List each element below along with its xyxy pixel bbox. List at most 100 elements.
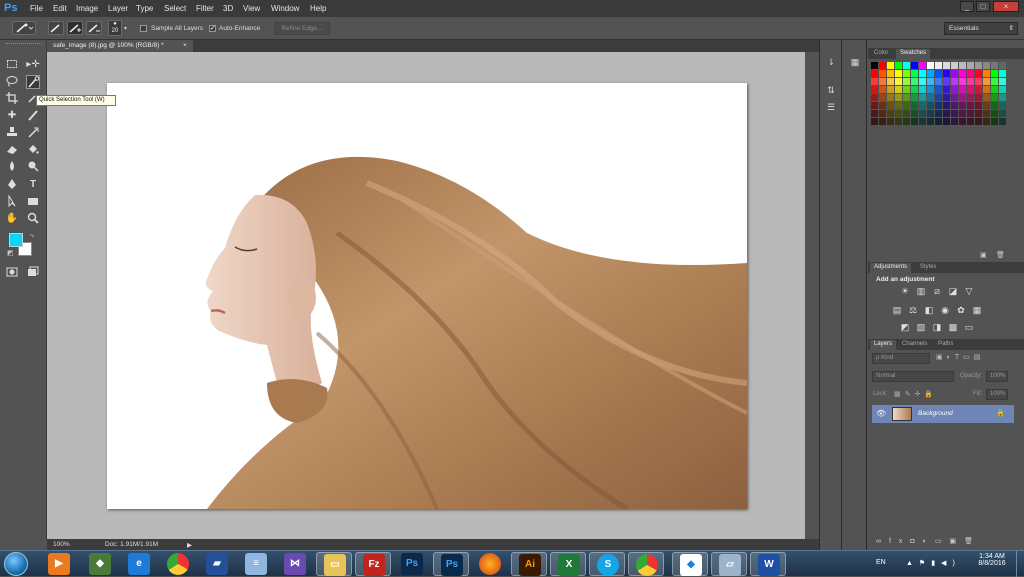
swatch[interactable] <box>911 102 918 109</box>
color-lookup-icon[interactable]: ▦ <box>972 305 982 315</box>
swatch[interactable] <box>983 118 990 125</box>
swatch[interactable] <box>879 62 886 69</box>
exposure-icon[interactable]: ◪ <box>948 286 958 296</box>
panel-grip[interactable] <box>6 43 42 47</box>
photo-filter-icon[interactable]: ◉ <box>940 305 950 315</box>
refine-edge-button[interactable]: Refine Edge... <box>274 22 330 35</box>
swatch[interactable] <box>871 110 878 117</box>
swatch[interactable] <box>943 94 950 101</box>
swatch[interactable] <box>975 86 982 93</box>
taskbar-illustrator[interactable]: Ai <box>511 552 547 576</box>
marquee-tool-icon[interactable] <box>5 58 19 72</box>
menu-image[interactable]: Image <box>76 4 98 13</box>
taskbar-excel[interactable]: X <box>550 552 586 576</box>
hue-saturation-icon[interactable]: ▤ <box>892 305 902 315</box>
taskbar-dropbox[interactable]: ◆ <box>672 552 708 576</box>
document-tab[interactable]: safe_image (8).jpg @ 100% (RGB/8) * × <box>47 40 193 52</box>
swatch[interactable] <box>895 86 902 93</box>
tab-layers[interactable]: Layers <box>870 340 897 350</box>
swatch[interactable] <box>887 62 894 69</box>
brush-tool-icon[interactable] <box>26 109 40 123</box>
swatch[interactable] <box>991 78 998 85</box>
quick-mask-icon[interactable] <box>5 266 19 280</box>
channel-mixer-icon[interactable]: ✿ <box>956 305 966 315</box>
swatch[interactable] <box>927 70 934 77</box>
taskbar-book-app[interactable]: ▰ <box>199 552 235 576</box>
swatch[interactable] <box>959 86 966 93</box>
swatch[interactable] <box>951 70 958 77</box>
swatch[interactable] <box>935 86 942 93</box>
brush-picker-arrow-icon[interactable]: ▾ <box>124 25 127 32</box>
swatch[interactable] <box>911 94 918 101</box>
swatch-grid[interactable] <box>871 62 1011 126</box>
swatch[interactable] <box>975 94 982 101</box>
swatch[interactable] <box>943 62 950 69</box>
taskbar-chrome-2[interactable] <box>628 552 664 576</box>
dodge-tool-icon[interactable] <box>26 160 40 174</box>
swatch[interactable] <box>983 94 990 101</box>
eraser-tool-icon[interactable] <box>5 143 19 157</box>
taskbar-notepad[interactable]: ≡ <box>238 552 274 576</box>
swatch[interactable] <box>999 62 1006 69</box>
clock[interactable]: 1:34 AM 8/8/2016 <box>974 553 1010 567</box>
tab-channels[interactable]: Channels <box>898 340 931 350</box>
menu-window[interactable]: Window <box>271 4 299 13</box>
quick-selection-tool-icon[interactable] <box>26 75 40 89</box>
path-selection-tool-icon[interactable] <box>5 194 19 209</box>
swatch[interactable] <box>895 102 902 109</box>
swatch[interactable] <box>999 86 1006 93</box>
black-white-icon[interactable]: ◧ <box>924 305 934 315</box>
swap-colors-icon[interactable]: ⤷ <box>30 232 34 240</box>
swatch[interactable] <box>991 118 998 125</box>
levels-icon[interactable]: ▥ <box>916 286 926 296</box>
menu-3d[interactable]: 3D <box>223 4 233 13</box>
pen-tool-icon[interactable] <box>5 178 19 192</box>
swatch[interactable] <box>999 118 1006 125</box>
swatch[interactable] <box>999 78 1006 85</box>
zoom-level[interactable]: 100% <box>53 541 70 548</box>
swatch[interactable] <box>903 78 910 85</box>
swatch[interactable] <box>959 62 966 69</box>
swatch[interactable] <box>975 70 982 77</box>
swatch[interactable] <box>951 110 958 117</box>
taskbar-internet-explorer[interactable]: e <box>121 552 157 576</box>
language-indicator[interactable]: EN <box>876 559 886 566</box>
vertical-scrollbar[interactable] <box>806 52 819 539</box>
swatch[interactable] <box>879 78 886 85</box>
swatch[interactable] <box>951 94 958 101</box>
swatch[interactable] <box>887 102 894 109</box>
swatch[interactable] <box>903 110 910 117</box>
swatch[interactable] <box>975 62 982 69</box>
menu-select[interactable]: Select <box>164 4 186 13</box>
swatch[interactable] <box>879 110 886 117</box>
swatch[interactable] <box>887 86 894 93</box>
selective-color-icon[interactable]: ▩ <box>948 322 958 332</box>
crop-tool-icon[interactable] <box>5 92 19 106</box>
taskbar-firefox[interactable] <box>472 552 508 576</box>
swatch[interactable] <box>967 102 974 109</box>
swatch[interactable] <box>871 118 878 125</box>
swatch[interactable] <box>935 78 942 85</box>
blur-tool-icon[interactable] <box>5 160 19 174</box>
history-panel-icon[interactable]: ⇂ <box>824 55 838 69</box>
swatch[interactable] <box>871 86 878 93</box>
swatch[interactable] <box>943 70 950 77</box>
swatch[interactable] <box>959 110 966 117</box>
taskbar-visual-studio[interactable]: ⋈ <box>277 552 313 576</box>
brightness-contrast-icon[interactable]: ☀ <box>900 286 910 296</box>
swatch[interactable] <box>887 94 894 101</box>
swatch[interactable] <box>999 110 1006 117</box>
menu-layer[interactable]: Layer <box>108 4 128 13</box>
swatch[interactable] <box>879 70 886 77</box>
swatch[interactable] <box>999 94 1006 101</box>
layer-footer-icons[interactable]: ∞fx◘◐▭▣🗑 <box>876 537 981 545</box>
threshold-icon[interactable]: ◨ <box>932 322 942 332</box>
layer-filter-icons[interactable]: ▣◐T▭▤ <box>936 353 1016 361</box>
swatch[interactable] <box>975 102 982 109</box>
character-panel-icon[interactable]: ▦ <box>848 55 862 69</box>
swatch[interactable] <box>895 70 902 77</box>
swatch[interactable] <box>967 78 974 85</box>
subtract-from-selection-mode[interactable] <box>86 21 102 35</box>
swatch[interactable] <box>983 110 990 117</box>
swatch[interactable] <box>871 102 878 109</box>
